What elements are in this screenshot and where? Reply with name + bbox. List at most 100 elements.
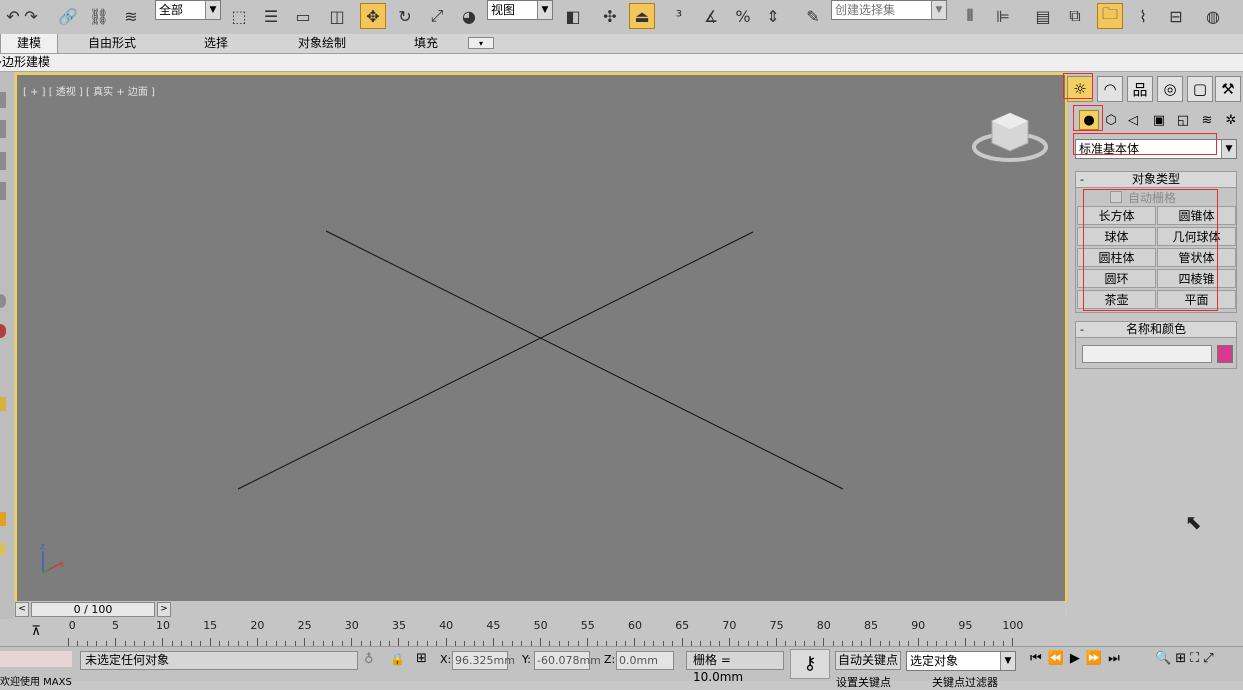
lock-selection-icon[interactable]: 🔒 [390, 652, 405, 666]
geometry-category-button[interactable]: ● [1079, 110, 1099, 130]
schematic-view-icon[interactable]: ⊟ [1163, 3, 1189, 29]
teapot-button[interactable]: 茶壶 [1077, 290, 1156, 309]
utilities-panel-tab[interactable]: ⚒ [1215, 76, 1241, 102]
timeline-ruler[interactable]: 0 5 10 15 20 25 30 35 40 45 50 55 60 65 70 75 80 85 90 95 10… [68, 619, 1023, 646]
tab-modeling[interactable]: 建模 [0, 34, 58, 53]
tab-populate[interactable]: 填充 [406, 34, 446, 53]
viewcube-icon[interactable] [972, 112, 1048, 162]
layer-manager-icon[interactable]: ▤ [1030, 3, 1056, 29]
y-coordinate-field[interactable]: -60.078mm [534, 651, 601, 670]
time-slider-thumb[interactable]: 0 / 100 [31, 602, 155, 617]
prev-frame-button[interactable]: < [15, 602, 29, 617]
select-rotate-icon[interactable]: ↻ [392, 3, 418, 29]
snap-toggle-icon[interactable]: ³ [666, 3, 692, 29]
percent-snap-icon[interactable]: % [730, 3, 756, 29]
cone-button[interactable]: 圆锥体 [1157, 206, 1236, 225]
next-frame-button[interactable]: > [157, 602, 171, 617]
tab-object-paint[interactable]: 对象绘制 [290, 34, 354, 53]
object-name-input[interactable] [1082, 345, 1212, 363]
create-panel-tab[interactable]: ☼ [1067, 76, 1093, 102]
select-scale-icon[interactable]: ⤢ [424, 3, 450, 29]
modify-panel-tab[interactable]: ◠ [1097, 76, 1123, 102]
redo-icon[interactable]: ↷ [18, 3, 44, 29]
angle-snap-icon[interactable]: ∡ [698, 3, 724, 29]
auto-key-button[interactable]: 自动关键点 [835, 651, 901, 670]
graphite-toolbar-icon[interactable]: ⧉ [1062, 3, 1088, 29]
pivot-center-icon[interactable]: ◧ [560, 3, 586, 29]
polygon-modeling-label[interactable]: 多边形建模 [0, 54, 50, 71]
mirror-icon[interactable]: ⫴ [957, 3, 983, 29]
track-bar[interactable]: ⊼ 0 5 10 15 20 25 30 35 40 45 50 55 60 65 70 75 80 85 90 95… [0, 619, 1243, 646]
zoom-extents-icon[interactable]: ⛶ [1190, 651, 1203, 666]
edit-named-selection-icon[interactable]: ✎ [800, 3, 826, 29]
strip-tool-icon[interactable] [0, 120, 6, 138]
helpers-category-button[interactable]: ◱ [1173, 110, 1193, 130]
autogrid-checkbox[interactable] [1110, 191, 1122, 203]
unlink-icon[interactable]: ⛓ [86, 3, 112, 29]
lights-category-button[interactable]: ◁ [1123, 110, 1143, 130]
manipulate-icon[interactable]: ✣ [597, 3, 623, 29]
ribbon-options-dropdown[interactable]: ▾ [468, 37, 494, 49]
previous-frame-icon[interactable]: ⏪ [1048, 651, 1070, 666]
placement-icon[interactable]: ◕ [456, 3, 482, 29]
key-filters-button-partial[interactable]: 关键点过滤器 [932, 674, 998, 690]
curve-editor-icon[interactable]: ⌇ [1130, 3, 1156, 29]
next-frame-icon[interactable]: ⏩ [1086, 651, 1108, 666]
cylinder-button[interactable]: 圆柱体 [1077, 248, 1156, 267]
x-coordinate-field[interactable]: 96.325mm [452, 651, 515, 670]
tab-freeform[interactable]: 自由形式 [80, 34, 144, 53]
strip-tool-icon[interactable] [0, 542, 6, 556]
select-object-icon[interactable]: ⬚ [226, 3, 252, 29]
go-to-end-icon[interactable]: ⏭ [1108, 651, 1126, 666]
shapes-category-button[interactable]: ⬡ [1101, 110, 1121, 130]
spinner-snap-icon[interactable]: ⇕ [760, 3, 786, 29]
link-icon[interactable]: 🔗 [55, 3, 81, 29]
play-icon[interactable]: ▶ [1070, 651, 1086, 666]
strip-tool-icon[interactable] [0, 152, 6, 170]
strip-tool-icon[interactable] [0, 512, 6, 526]
name-and-color-header[interactable]: - 名称和颜色 [1076, 322, 1236, 338]
go-to-start-icon[interactable]: ⏮ [1030, 651, 1048, 666]
torus-button[interactable]: 圆环 [1077, 269, 1156, 288]
cameras-category-button[interactable]: ▣ [1149, 110, 1169, 130]
object-type-header[interactable]: - 对象类型 [1076, 172, 1236, 188]
isolate-selection-icon[interactable]: ♁ [364, 652, 374, 667]
object-color-swatch[interactable] [1217, 345, 1233, 363]
perspective-viewport[interactable]: [ + ] [ 透视 ] [ 真实 + 边面 ] z x [15, 73, 1067, 603]
select-by-name-icon[interactable]: ☰ [258, 3, 284, 29]
zoom-all-icon[interactable]: ⊞ [1175, 651, 1190, 666]
geosphere-button[interactable]: 几何球体 [1157, 227, 1236, 246]
material-editor-icon[interactable]: ◍ [1200, 3, 1226, 29]
strip-tool-icon[interactable] [0, 182, 6, 200]
reference-coord-dropdown[interactable]: 视图 ▼ [487, 0, 553, 20]
strip-tool-icon[interactable] [0, 92, 6, 108]
key-icon[interactable]: ⚷ [790, 649, 830, 679]
scene-explorer-icon[interactable]: 🗀 [1097, 3, 1123, 29]
keyboard-shortcut-override-icon[interactable]: ⏏ [629, 3, 655, 29]
primitive-category-dropdown[interactable]: 标准基本体 ▼ [1075, 139, 1237, 159]
plane-button[interactable]: 平面 [1157, 290, 1236, 309]
maxscript-listener-mini[interactable] [0, 651, 72, 667]
mini-curve-editor-icon[interactable]: ⊼ [25, 624, 47, 640]
key-selection-set-dropdown[interactable]: 选定对象 ▼ [906, 651, 1016, 671]
maximize-viewport-icon[interactable]: ⤢ [1203, 651, 1217, 666]
motion-panel-tab[interactable]: ◎ [1157, 76, 1183, 102]
window-crossing-icon[interactable]: ◫ [324, 3, 350, 29]
rectangular-selection-icon[interactable]: ▭ [290, 3, 316, 29]
absolute-transform-icon[interactable]: ⊞ [416, 651, 427, 666]
tube-button[interactable]: 管状体 [1157, 248, 1236, 267]
sphere-button[interactable]: 球体 [1077, 227, 1156, 246]
zoom-icon[interactable]: 🔍 [1155, 651, 1175, 666]
pyramid-button[interactable]: 四棱锥 [1157, 269, 1236, 288]
hierarchy-panel-tab[interactable]: 品 [1127, 76, 1153, 102]
set-key-button-partial[interactable]: 设置关键点 [836, 674, 891, 690]
strip-tool-icon[interactable] [0, 397, 6, 411]
strip-tool-icon[interactable] [0, 294, 6, 308]
z-coordinate-field[interactable]: 0.0mm [616, 651, 674, 670]
selection-filter-dropdown[interactable]: 全部 ▼ [155, 0, 221, 20]
tab-selection[interactable]: 选择 [196, 34, 236, 53]
box-button[interactable]: 长方体 [1077, 206, 1156, 225]
select-move-icon[interactable]: ✥ [360, 3, 386, 29]
strip-tool-icon[interactable] [0, 324, 6, 338]
systems-category-button[interactable]: ✲ [1221, 110, 1241, 130]
